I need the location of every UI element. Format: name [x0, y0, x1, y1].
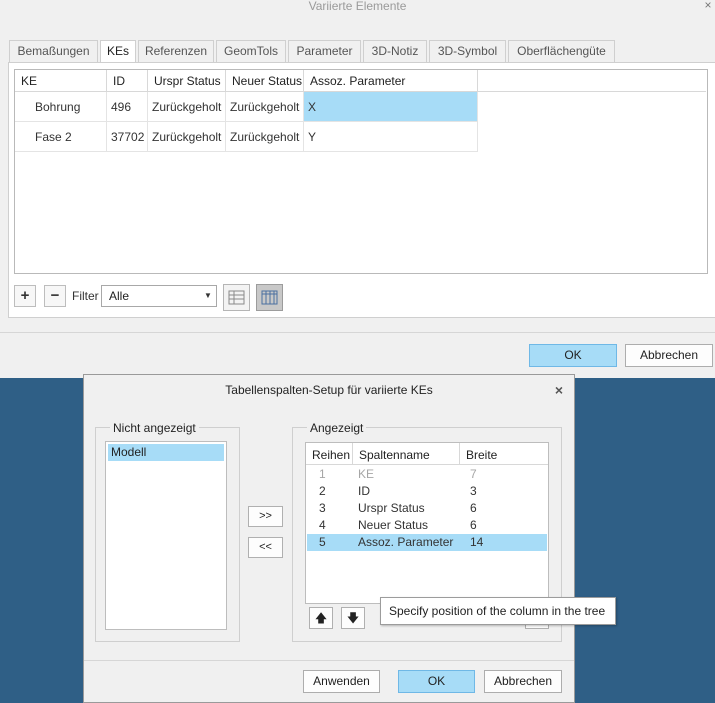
main-window-title: Variierte Elemente — [308, 0, 407, 13]
column-header-assoc-param[interactable]: Assoz. Parameter — [304, 70, 478, 92]
table-cell-orig-status[interactable]: Zurückgeholt — [148, 122, 226, 152]
main-close-icon[interactable]: × — [702, 0, 714, 13]
table-cell-order[interactable]: 4 — [319, 517, 326, 534]
filter-dropdown-value: Alle — [109, 289, 130, 303]
column-header-filler — [478, 70, 706, 92]
table-cell-name[interactable]: Assoz. Parameter — [358, 534, 453, 551]
arrow-up-icon: 🡅 — [314, 611, 328, 625]
tab-3d-symbol[interactable]: 3D-Symbol — [429, 40, 506, 62]
columns-icon — [261, 290, 278, 305]
dialog-separator — [84, 660, 574, 661]
table-cell-width[interactable]: 6 — [470, 517, 477, 534]
table-cell-width[interactable]: 3 — [470, 483, 477, 500]
tab-referenzen[interactable]: Referenzen — [138, 40, 214, 62]
table-rows-icon — [228, 290, 245, 305]
table-cell-assoc-param[interactable]: Y — [304, 122, 478, 152]
cancel-button[interactable]: Abbrechen — [625, 344, 713, 367]
dialog-title: Tabellenspalten-Setup für variierte KEs — [225, 383, 433, 397]
dialog-ok-button[interactable]: OK — [398, 670, 475, 693]
column-header-orig-status[interactable]: Urspr Status — [148, 70, 226, 92]
move-right-button[interactable]: >> — [248, 506, 283, 527]
tab-oberflaechenguete[interactable]: Oberflächengüte — [508, 40, 615, 62]
not-shown-list[interactable]: Modell — [105, 441, 227, 630]
table-cell-orig-status[interactable]: Zurückgeholt — [148, 92, 226, 122]
column-header-width[interactable]: Breite — [460, 443, 548, 465]
column-header-new-status[interactable]: Neuer Status — [226, 70, 304, 92]
table-cell-width[interactable]: 14 — [470, 534, 483, 551]
dialog-cancel-button[interactable]: Abbrechen — [484, 670, 562, 693]
table-cell-name[interactable]: ID — [358, 483, 370, 500]
table-cell-order[interactable]: 1 — [319, 466, 326, 483]
chevron-down-icon: ▼ — [204, 291, 212, 300]
table-cell-new-status[interactable]: Zurückgeholt — [226, 92, 304, 122]
column-setup-icon[interactable] — [223, 284, 250, 311]
close-icon[interactable]: × — [552, 382, 566, 398]
table-cell-ke[interactable]: Bohrung — [15, 92, 107, 122]
tab-bemassungen[interactable]: Bemaßungen — [9, 40, 98, 62]
add-row-button[interactable]: + — [14, 285, 36, 307]
move-up-button[interactable]: 🡅 — [309, 607, 333, 629]
tooltip: Specify position of the column in the tr… — [380, 597, 616, 625]
tab-kes[interactable]: KEs — [100, 40, 136, 63]
table-cell-assoc-param[interactable]: X — [304, 92, 478, 122]
column-header-name[interactable]: Spaltenname — [353, 443, 460, 465]
tab-3d-notiz[interactable]: 3D-Notiz — [363, 40, 427, 62]
tab-geomtols[interactable]: GeomTols — [216, 40, 286, 62]
move-left-button[interactable]: << — [248, 537, 283, 558]
table-cell-id[interactable]: 496 — [107, 92, 148, 122]
main-separator — [0, 332, 715, 333]
column-header-id[interactable]: ID — [107, 70, 148, 92]
table-cell-name[interactable]: KE — [358, 466, 374, 483]
column-header-order[interactable]: Reihen — [306, 443, 353, 465]
arrow-down-icon: 🡇 — [346, 611, 360, 625]
table-cell-ke[interactable]: Fase 2 — [15, 122, 107, 152]
table-cell-id[interactable]: 37702 — [107, 122, 148, 152]
table-cell-order[interactable]: 3 — [319, 500, 326, 517]
features-table[interactable]: KE ID Urspr Status Neuer Status Assoz. P… — [14, 69, 708, 274]
column-header-ke[interactable]: KE — [15, 70, 107, 92]
filter-label: Filter — [72, 289, 99, 303]
shown-columns-table[interactable]: Reihen Spaltenname Breite 1 KE 7 2 ID 3 … — [305, 442, 549, 604]
ok-button[interactable]: OK — [529, 344, 617, 367]
filter-dropdown[interactable]: Alle ▼ — [101, 285, 217, 307]
apply-button[interactable]: Anwenden — [303, 670, 380, 693]
table-cell-name[interactable]: Urspr Status — [358, 500, 425, 517]
shown-label: Angezeigt — [307, 421, 367, 435]
list-item[interactable]: Modell — [108, 444, 224, 461]
table-cell-order[interactable]: 5 — [319, 534, 326, 551]
move-down-button[interactable]: 🡇 — [341, 607, 365, 629]
not-shown-label: Nicht angezeigt — [110, 421, 199, 435]
remove-row-button[interactable]: − — [44, 285, 66, 307]
table-cell-order[interactable]: 2 — [319, 483, 326, 500]
tab-parameter[interactable]: Parameter — [288, 40, 361, 62]
table-cell-name[interactable]: Neuer Status — [358, 517, 428, 534]
table-columns-icon[interactable] — [256, 284, 283, 311]
table-cell-new-status[interactable]: Zurückgeholt — [226, 122, 304, 152]
table-cell-width[interactable]: 6 — [470, 500, 477, 517]
table-cell-width[interactable]: 7 — [470, 466, 477, 483]
